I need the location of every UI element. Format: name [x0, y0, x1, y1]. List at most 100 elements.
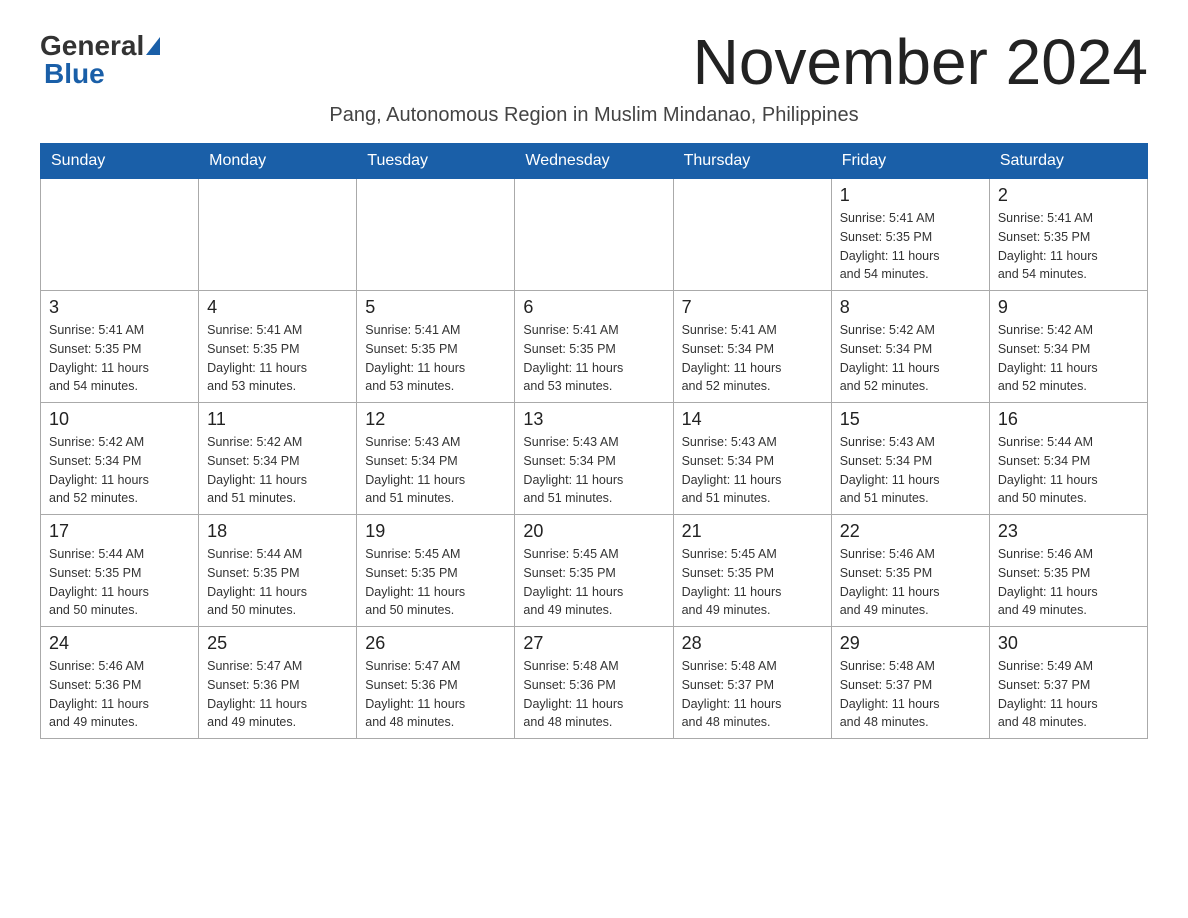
day-info: Sunrise: 5:48 AMSunset: 5:36 PMDaylight:… — [523, 657, 664, 732]
day-number: 13 — [523, 409, 664, 430]
day-number: 22 — [840, 521, 981, 542]
header: General Blue November 2024 — [40, 30, 1148, 94]
day-info: Sunrise: 5:44 AMSunset: 5:34 PMDaylight:… — [998, 433, 1139, 508]
table-row: 10Sunrise: 5:42 AMSunset: 5:34 PMDayligh… — [41, 403, 199, 515]
table-row: 25 Sunrise: 5:47 AMSunset: 5:36 PMDayligh… — [199, 627, 357, 739]
day-number: 15 — [840, 409, 981, 430]
day-number: 3 — [49, 297, 190, 318]
day-info: Sunrise: 5:41 AMSunset: 5:35 PMDaylight:… — [49, 321, 190, 396]
day-number: 5 — [365, 297, 506, 318]
day-number: 12 — [365, 409, 506, 430]
table-row: 27 Sunrise: 5:48 AMSunset: 5:36 PMDayligh… — [515, 627, 673, 739]
table-row: 4Sunrise: 5:41 AMSunset: 5:35 PMDaylight… — [199, 291, 357, 403]
table-row: 15 Sunrise: 5:43 AMSunset: 5:34 PMDayligh… — [831, 403, 989, 515]
day-info: Sunrise: 5:41 AMSunset: 5:34 PMDaylight:… — [682, 321, 823, 396]
day-number: 16 — [998, 409, 1139, 430]
header-monday: Monday — [199, 144, 357, 179]
table-row: 7 Sunrise: 5:41 AMSunset: 5:34 PMDaylight… — [673, 291, 831, 403]
day-info: Sunrise: 5:43 AMSunset: 5:34 PMDaylight:… — [365, 433, 506, 508]
day-info: Sunrise: 5:44 AMSunset: 5:35 PMDaylight:… — [49, 545, 190, 620]
table-row: 18 Sunrise: 5:44 AMSunset: 5:35 PMDayligh… — [199, 515, 357, 627]
header-wednesday: Wednesday — [515, 144, 673, 179]
day-number: 26 — [365, 633, 506, 654]
table-row — [673, 179, 831, 291]
table-row: 9Sunrise: 5:42 AMSunset: 5:34 PMDaylight… — [989, 291, 1147, 403]
day-number: 18 — [207, 521, 348, 542]
day-number: 19 — [365, 521, 506, 542]
table-row: 6 Sunrise: 5:41 AMSunset: 5:35 PMDaylight… — [515, 291, 673, 403]
day-number: 7 — [682, 297, 823, 318]
day-number: 21 — [682, 521, 823, 542]
table-row — [199, 179, 357, 291]
day-info: Sunrise: 5:42 AMSunset: 5:34 PMDaylight:… — [840, 321, 981, 396]
day-info: Sunrise: 5:46 AMSunset: 5:35 PMDaylight:… — [998, 545, 1139, 620]
day-info: Sunrise: 5:47 AMSunset: 5:36 PMDaylight:… — [207, 657, 348, 732]
table-row: 30Sunrise: 5:49 AMSunset: 5:37 PMDayligh… — [989, 627, 1147, 739]
day-info: Sunrise: 5:44 AMSunset: 5:35 PMDaylight:… — [207, 545, 348, 620]
day-info: Sunrise: 5:46 AMSunset: 5:35 PMDaylight:… — [840, 545, 981, 620]
day-info: Sunrise: 5:42 AMSunset: 5:34 PMDaylight:… — [49, 433, 190, 508]
day-number: 2 — [998, 185, 1139, 206]
logo: General Blue — [40, 30, 162, 90]
day-info: Sunrise: 5:41 AMSunset: 5:35 PMDaylight:… — [365, 321, 506, 396]
day-number: 6 — [523, 297, 664, 318]
table-row: 22 Sunrise: 5:46 AMSunset: 5:35 PMDayligh… — [831, 515, 989, 627]
day-number: 25 — [207, 633, 348, 654]
calendar-week-row: 1 Sunrise: 5:41 AMSunset: 5:35 PMDaylight… — [41, 179, 1148, 291]
table-row: 16 Sunrise: 5:44 AMSunset: 5:34 PMDayligh… — [989, 403, 1147, 515]
day-info: Sunrise: 5:43 AMSunset: 5:34 PMDaylight:… — [523, 433, 664, 508]
day-info: Sunrise: 5:41 AMSunset: 5:35 PMDaylight:… — [523, 321, 664, 396]
day-info: Sunrise: 5:43 AMSunset: 5:34 PMDaylight:… — [840, 433, 981, 508]
day-info: Sunrise: 5:41 AMSunset: 5:35 PMDaylight:… — [207, 321, 348, 396]
day-info: Sunrise: 5:41 AMSunset: 5:35 PMDaylight:… — [998, 209, 1139, 284]
day-number: 23 — [998, 521, 1139, 542]
logo-triangle-icon — [146, 37, 160, 55]
day-number: 11 — [207, 409, 348, 430]
table-row — [357, 179, 515, 291]
table-row: 8 Sunrise: 5:42 AMSunset: 5:34 PMDaylight… — [831, 291, 989, 403]
day-number: 27 — [523, 633, 664, 654]
day-info: Sunrise: 5:43 AMSunset: 5:34 PMDaylight:… — [682, 433, 823, 508]
header-saturday: Saturday — [989, 144, 1147, 179]
day-info: Sunrise: 5:45 AMSunset: 5:35 PMDaylight:… — [682, 545, 823, 620]
day-info: Sunrise: 5:48 AMSunset: 5:37 PMDaylight:… — [682, 657, 823, 732]
day-info: Sunrise: 5:41 AMSunset: 5:35 PMDaylight:… — [840, 209, 981, 284]
table-row: 28Sunrise: 5:48 AMSunset: 5:37 PMDayligh… — [673, 627, 831, 739]
day-number: 14 — [682, 409, 823, 430]
table-row: 14 Sunrise: 5:43 AMSunset: 5:34 PMDayligh… — [673, 403, 831, 515]
calendar-week-row: 3 Sunrise: 5:41 AMSunset: 5:35 PMDaylight… — [41, 291, 1148, 403]
header-thursday: Thursday — [673, 144, 831, 179]
day-info: Sunrise: 5:45 AMSunset: 5:35 PMDaylight:… — [365, 545, 506, 620]
day-info: Sunrise: 5:46 AMSunset: 5:36 PMDaylight:… — [49, 657, 190, 732]
day-number: 8 — [840, 297, 981, 318]
day-info: Sunrise: 5:45 AMSunset: 5:35 PMDaylight:… — [523, 545, 664, 620]
table-row: 1 Sunrise: 5:41 AMSunset: 5:35 PMDaylight… — [831, 179, 989, 291]
table-row: 29 Sunrise: 5:48 AMSunset: 5:37 PMDayligh… — [831, 627, 989, 739]
calendar-week-row: 17Sunrise: 5:44 AMSunset: 5:35 PMDayligh… — [41, 515, 1148, 627]
calendar-week-row: 24 Sunrise: 5:46 AMSunset: 5:36 PMDayligh… — [41, 627, 1148, 739]
table-row: 24 Sunrise: 5:46 AMSunset: 5:36 PMDayligh… — [41, 627, 199, 739]
table-row: 5 Sunrise: 5:41 AMSunset: 5:35 PMDaylight… — [357, 291, 515, 403]
table-row: 26Sunrise: 5:47 AMSunset: 5:36 PMDayligh… — [357, 627, 515, 739]
table-row: 21 Sunrise: 5:45 AMSunset: 5:35 PMDayligh… — [673, 515, 831, 627]
location-title: Pang, Autonomous Region in Muslim Mindan… — [40, 104, 1148, 127]
table-row: 19 Sunrise: 5:45 AMSunset: 5:35 PMDayligh… — [357, 515, 515, 627]
calendar-table: Sunday Monday Tuesday Wednesday Thursday… — [40, 143, 1148, 739]
table-row: 23 Sunrise: 5:46 AMSunset: 5:35 PMDayligh… — [989, 515, 1147, 627]
day-number: 24 — [49, 633, 190, 654]
header-sunday: Sunday — [41, 144, 199, 179]
calendar-week-row: 10Sunrise: 5:42 AMSunset: 5:34 PMDayligh… — [41, 403, 1148, 515]
table-row: 11Sunrise: 5:42 AMSunset: 5:34 PMDayligh… — [199, 403, 357, 515]
table-row — [515, 179, 673, 291]
day-number: 1 — [840, 185, 981, 206]
table-row: 17Sunrise: 5:44 AMSunset: 5:35 PMDayligh… — [41, 515, 199, 627]
logo-blue-text: Blue — [44, 58, 105, 89]
month-title: November 2024 — [693, 30, 1148, 94]
day-info: Sunrise: 5:48 AMSunset: 5:37 PMDaylight:… — [840, 657, 981, 732]
day-number: 30 — [998, 633, 1139, 654]
day-number: 29 — [840, 633, 981, 654]
header-tuesday: Tuesday — [357, 144, 515, 179]
table-row — [41, 179, 199, 291]
calendar-header-row: Sunday Monday Tuesday Wednesday Thursday… — [41, 144, 1148, 179]
table-row: 20Sunrise: 5:45 AMSunset: 5:35 PMDayligh… — [515, 515, 673, 627]
